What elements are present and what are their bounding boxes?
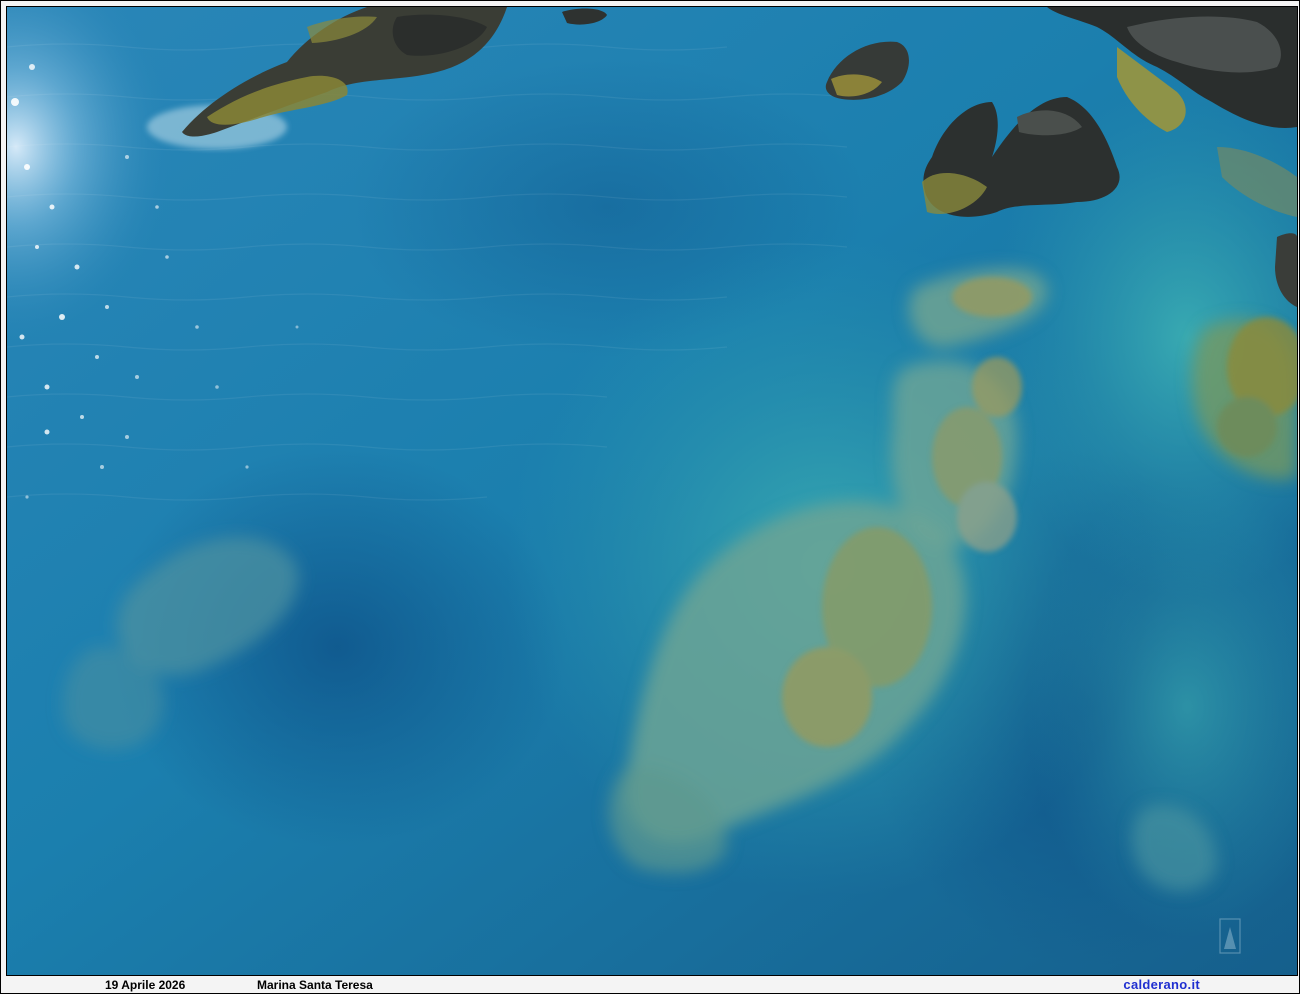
photo-date: 19 Aprile 2026 — [105, 978, 186, 992]
site-link[interactable]: calderano.it — [1123, 977, 1200, 993]
aerial-photo — [6, 6, 1298, 976]
photo-location: Marina Santa Teresa — [257, 978, 373, 992]
caption-bar: 19 Aprile 2026 Marina Santa Teresa calde… — [4, 977, 1296, 993]
sea-scene — [7, 7, 1297, 975]
photo-frame: 19 Aprile 2026 Marina Santa Teresa calde… — [0, 0, 1300, 994]
